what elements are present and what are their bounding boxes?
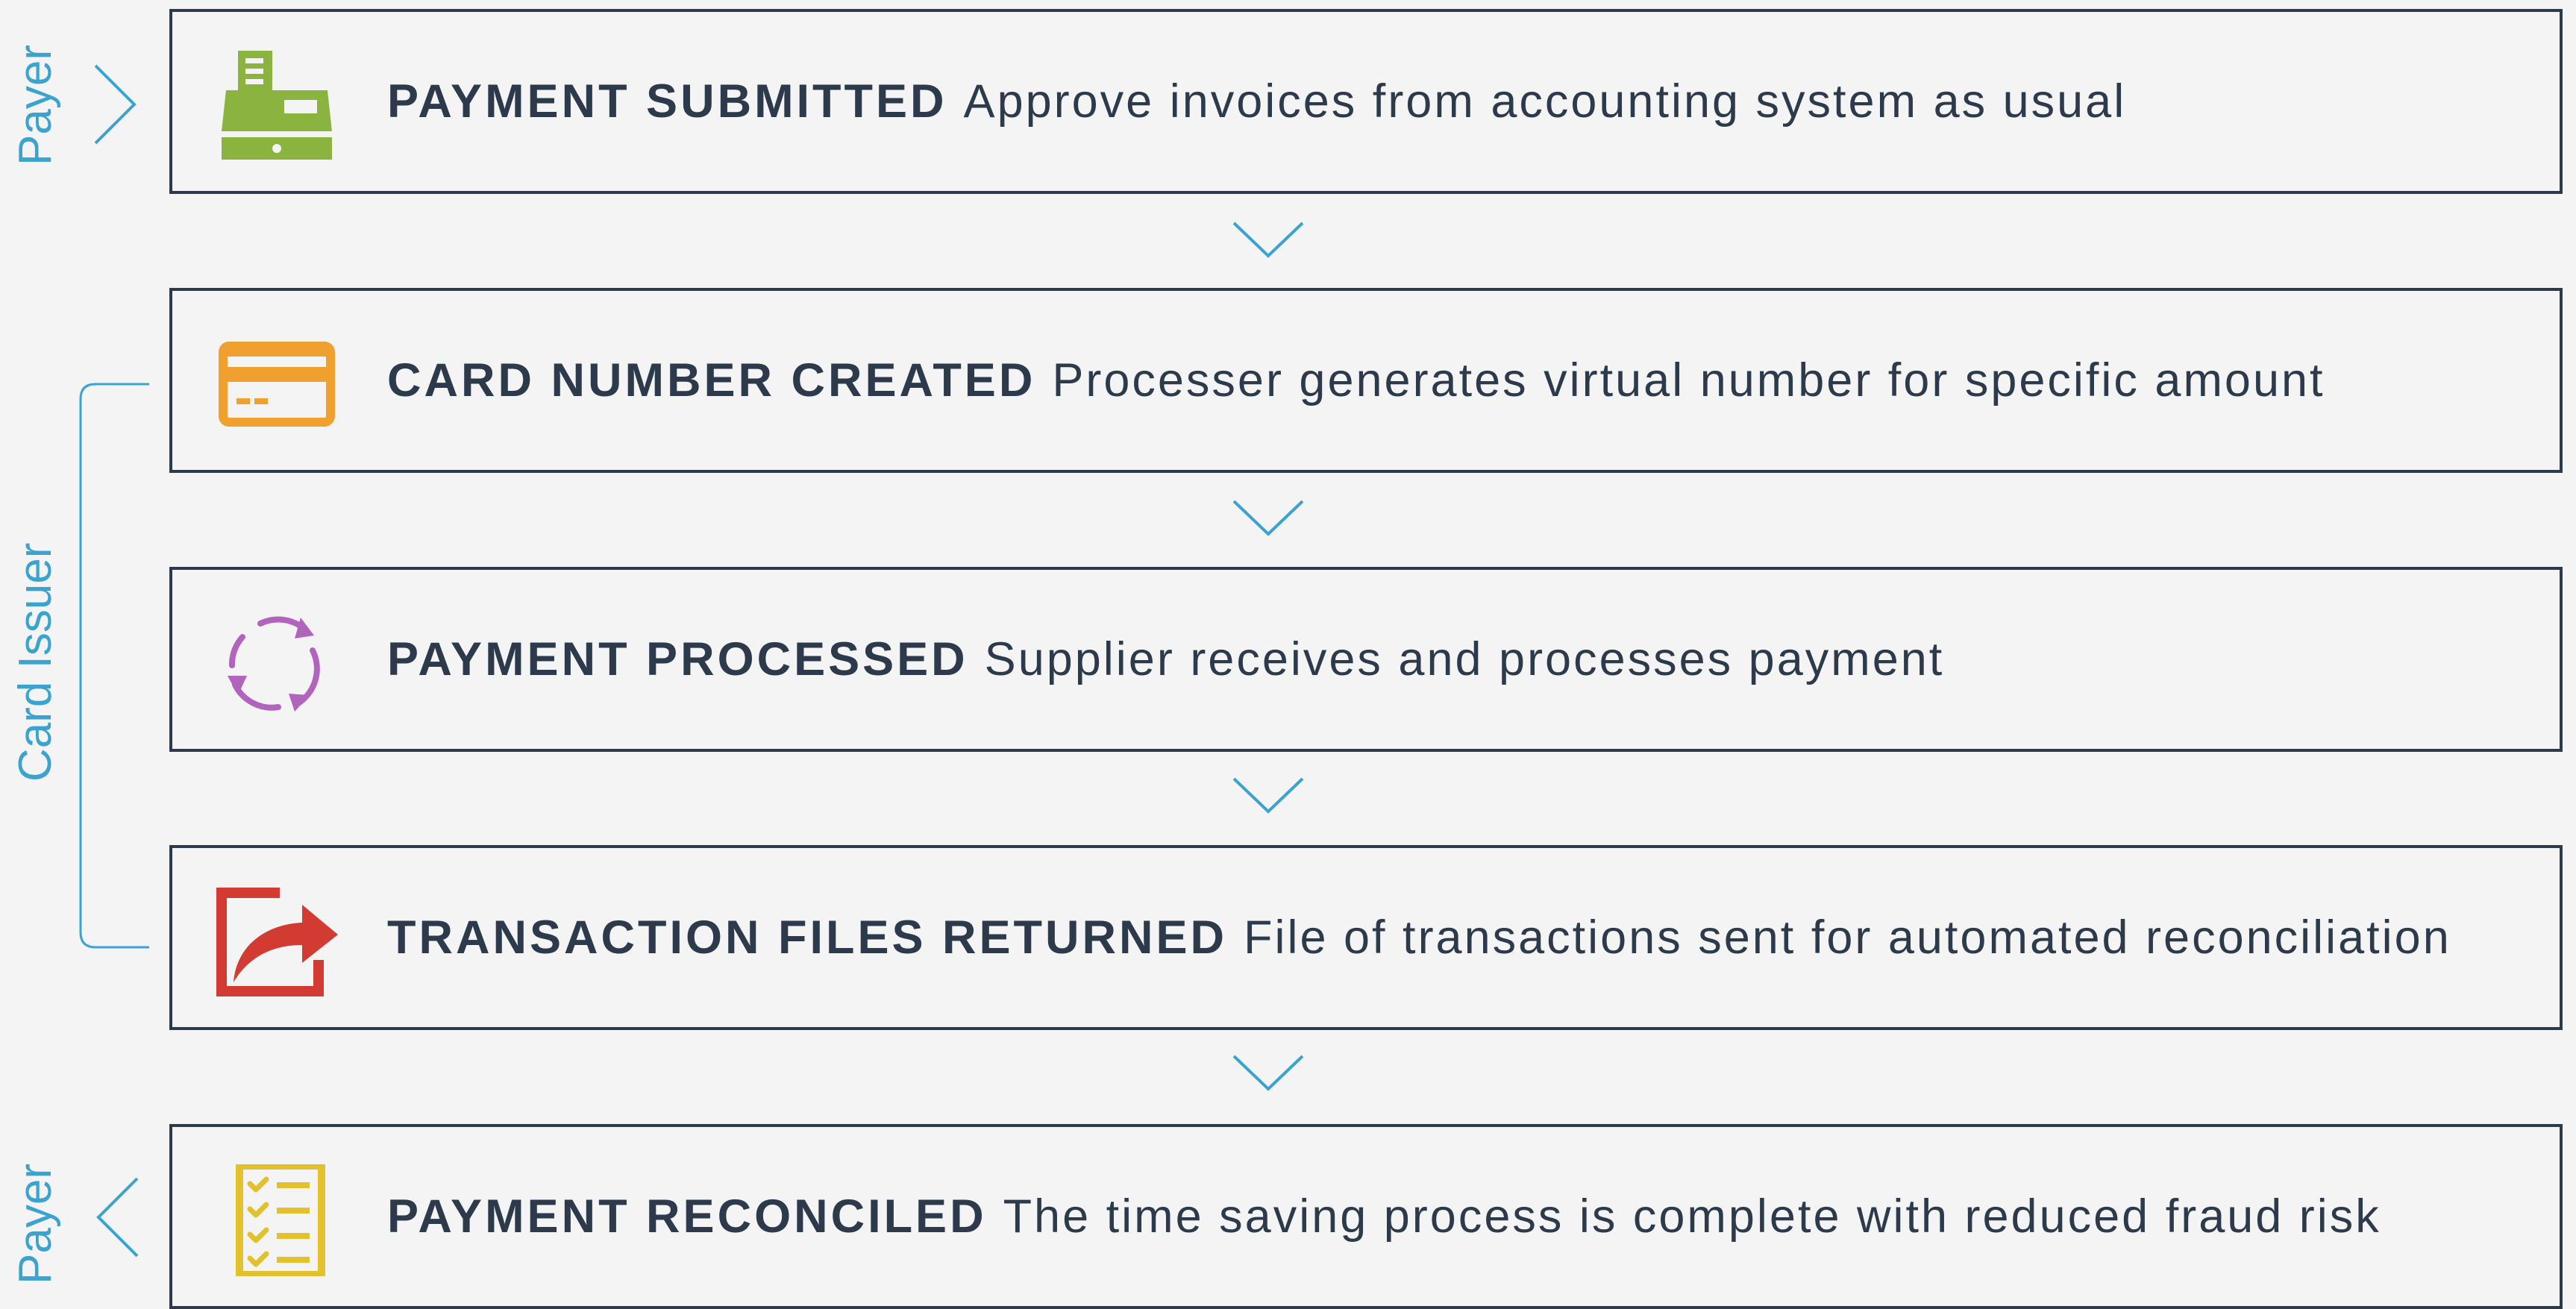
step-title: PAYMENT PROCESSED [387,633,968,685]
step-transaction-files-returned: TRANSACTION FILES RETURNED File of transa… [169,845,2563,1030]
cash-register-icon [217,49,336,161]
side-label-card-issuer: Card Issuer [10,542,61,782]
step-title: CARD NUMBER CREATED [387,354,1036,406]
side-label-payer-bottom: Payer [10,1164,61,1284]
step-payment-submitted: PAYMENT SUBMITTED Approve invoices from a… [169,9,2563,194]
step-payment-reconciled: PAYMENT RECONCILED The time saving proces… [169,1124,2563,1309]
chevron-down-icon [1232,777,1304,814]
share-export-icon [214,879,341,999]
step-title: PAYMENT RECONCILED [387,1190,987,1243]
chevron-left-icon [96,1177,139,1258]
step-title: PAYMENT SUBMITTED [387,75,947,128]
step-text: CARD NUMBER CREATED Processer generates v… [387,291,2325,470]
step-text: TRANSACTION FILES RETURNED File of transa… [387,848,2451,1027]
step-text: PAYMENT RECONCILED The time saving proces… [387,1127,2381,1306]
chevron-right-icon [94,64,137,145]
refresh-cycle-icon [217,607,336,719]
step-title: TRANSACTION FILES RETURNED [387,911,1227,964]
step-payment-processed: PAYMENT PROCESSED Supplier receives and p… [169,567,2563,752]
credit-card-icon [217,328,336,440]
step-description: Approve invoices from accounting system … [963,75,2127,128]
step-description: File of transactions sent for automated … [1244,911,2451,964]
chevron-down-icon [1232,500,1304,536]
checklist-icon [217,1164,336,1276]
step-description: Processer generates virtual number for s… [1052,354,2325,406]
side-label-payer-top: Payer [10,45,61,166]
step-description: Supplier receives and processes payment [984,633,1945,685]
card-issuer-bracket [79,383,149,949]
chevron-down-icon [1232,1055,1304,1091]
step-text: PAYMENT PROCESSED Supplier receives and p… [387,570,1944,749]
chevron-down-icon [1232,222,1304,258]
step-description: The time saving process is complete with… [1003,1190,2381,1243]
step-card-number-created: CARD NUMBER CREATED Processer generates v… [169,288,2563,473]
step-text: PAYMENT SUBMITTED Approve invoices from a… [387,12,2126,191]
